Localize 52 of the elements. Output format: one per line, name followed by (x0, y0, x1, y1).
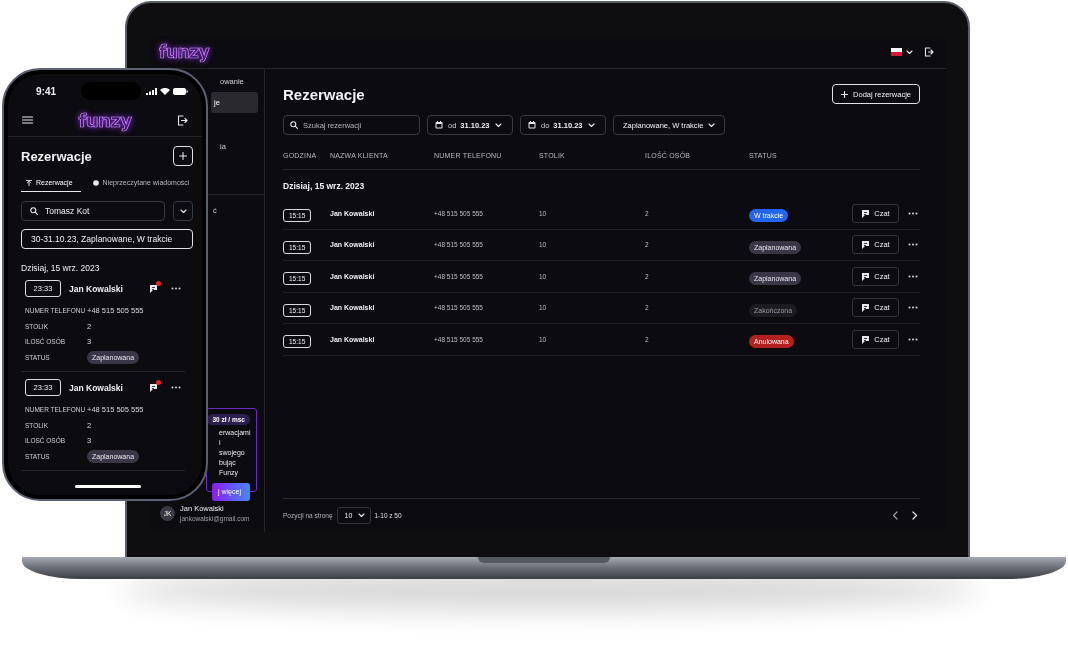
date-group-label: Dzisiaj, 15 wrz. 2023 (283, 181, 366, 191)
home-indicator (75, 485, 141, 488)
chevron-down-icon (906, 49, 913, 55)
chevron-right-icon[interactable] (912, 511, 918, 520)
add-button[interactable] (173, 146, 193, 166)
client-name: Jan Kowalski (69, 382, 124, 393)
clock: 9:41 (36, 85, 57, 97)
chevron-down-icon (494, 122, 502, 128)
more-icon[interactable] (908, 337, 918, 341)
filter-field[interactable]: 30-31.10.23, Zaplanowane, W trakcie (21, 229, 193, 249)
battery-icon (173, 87, 188, 95)
pin-icon (26, 179, 32, 186)
language-selector[interactable] (891, 48, 913, 56)
chat-icon (861, 303, 871, 313)
calendar-icon (528, 121, 536, 129)
plus-icon (841, 90, 849, 98)
plus-icon (179, 152, 187, 160)
search-icon (290, 121, 298, 129)
chevron-down-icon (357, 513, 365, 518)
dot-icon (92, 179, 99, 186)
more-icon[interactable] (908, 274, 918, 278)
chat-icon (149, 383, 158, 392)
date-group-label: Dzisiaj, 15 wrz. 2023 (21, 263, 101, 273)
search-field[interactable]: Tomasz Kot (21, 201, 165, 221)
logout-icon[interactable] (177, 114, 188, 126)
more-icon[interactable] (171, 386, 181, 389)
dropdown-button[interactable] (173, 201, 193, 221)
more-icon[interactable] (908, 243, 918, 247)
wifi-icon (160, 87, 170, 95)
chevron-left-icon[interactable] (892, 511, 898, 520)
more-icon[interactable] (908, 306, 918, 310)
page-title: Rezerwacje (283, 85, 365, 103)
search-icon (30, 207, 38, 215)
chat-icon (861, 334, 871, 344)
more-icon[interactable] (908, 211, 918, 215)
signal-icon (146, 87, 157, 95)
logout-icon[interactable] (924, 47, 934, 57)
chevron-down-icon (179, 208, 187, 214)
more-icon[interactable] (171, 287, 181, 290)
logo: funzy (78, 109, 132, 131)
chat-icon (861, 208, 871, 218)
calendar-icon (435, 121, 443, 129)
chat-icon (861, 240, 871, 250)
client-name: Jan Kowalski (69, 283, 124, 294)
chevron-down-icon (708, 122, 716, 128)
chevron-down-icon (587, 122, 595, 128)
flag-icon (891, 48, 902, 56)
menu-icon[interactable] (22, 116, 33, 124)
chat-icon (861, 271, 871, 281)
chat-icon (149, 284, 158, 293)
page-title: Rezerwacje (21, 148, 92, 164)
logo: funzy (159, 42, 210, 62)
